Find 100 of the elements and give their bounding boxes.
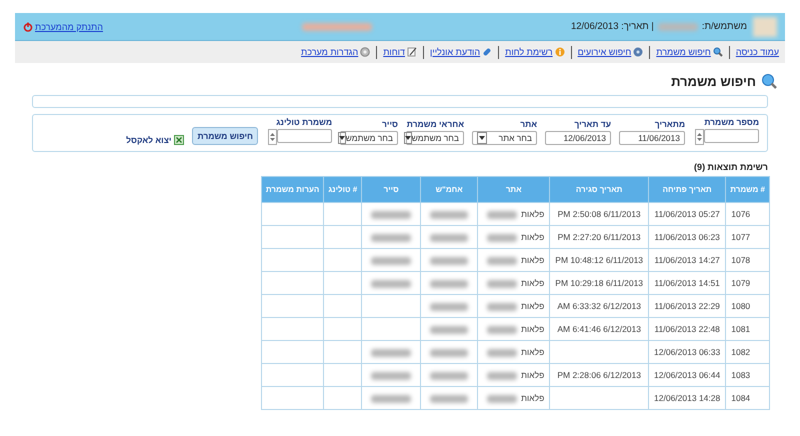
table-cell: פלאות <box>478 248 550 272</box>
dropdown-icon[interactable] <box>338 132 346 144</box>
spreadsheet-icon <box>174 135 184 145</box>
field-label: סייר <box>381 119 398 129</box>
table-cell: פלאות <box>478 202 550 226</box>
table-cell: AM 6:33:32 6/12/2013 <box>550 294 649 318</box>
nav-link[interactable]: רשימת לחות <box>505 47 565 57</box>
redacted-text <box>430 280 468 288</box>
redacted-text <box>430 210 468 219</box>
table-cell: 1077 <box>726 226 770 248</box>
redacted-text <box>487 280 518 288</box>
redacted-text <box>430 372 468 380</box>
table-cell: 1078 <box>726 248 770 272</box>
table-cell: PM 2:28:06 6/12/2013 <box>550 364 649 386</box>
table-cell: 05:27 11/06/2013 <box>648 202 726 226</box>
redacted-text <box>487 326 518 334</box>
search-icon <box>712 47 723 57</box>
date-field[interactable]: 11/06/2013 <box>619 131 685 145</box>
redacted-text <box>487 394 518 403</box>
table-cell: PM 2:27:20 6/11/2013 <box>550 226 649 248</box>
table-cell: פלאות <box>478 340 550 364</box>
table-cell: 14:51 11/06/2013 <box>648 272 726 294</box>
disc-icon <box>633 47 644 57</box>
redacted-text <box>371 256 412 265</box>
table-cell: 06:33 12/06/2013 <box>648 340 726 364</box>
table-cell: 1081 <box>726 318 770 340</box>
redacted-text <box>371 372 412 380</box>
select-field[interactable]: בחר משתמש <box>340 131 398 145</box>
table-cell: פלאות <box>478 386 550 410</box>
table-cell: AM 6:41:46 6/12/2013 <box>550 318 649 340</box>
table-cell: PM 10:48:12 6/11/2013 <box>550 248 649 272</box>
date-label: | תאריך: 12/06/2013 <box>570 21 654 32</box>
spinner-icon[interactable] <box>695 129 704 145</box>
redacted-text <box>487 256 518 265</box>
table-cell: 06:23 11/06/2013 <box>648 226 726 248</box>
redacted-text <box>487 234 518 242</box>
table-cell: PM 2:50:08 6/11/2013 <box>550 202 649 226</box>
table-cell: פלאות <box>478 318 550 340</box>
redacted-text <box>371 210 412 219</box>
redacted-text <box>371 394 412 403</box>
logo-icon <box>753 16 777 36</box>
number-field[interactable] <box>277 129 332 143</box>
user-label: משתמש/ת: <box>702 21 747 32</box>
table-cell: פלאות <box>478 364 550 386</box>
select-field[interactable]: בחר משתמש <box>406 131 464 145</box>
field-label: אחראי משמרת <box>406 119 464 129</box>
table-cell: PM 10:29:18 6/11/2013 <box>550 272 649 294</box>
redacted-text <box>430 302 468 311</box>
search-icon <box>761 73 777 89</box>
table-cell: 1079 <box>726 272 770 294</box>
number-field[interactable] <box>704 129 759 143</box>
table-cell: 1076 <box>726 202 770 226</box>
dropdown-icon[interactable] <box>477 132 487 144</box>
nav-link[interactable]: חיפוש אירועים <box>578 47 644 57</box>
nav-link[interactable]: הודעת אונליין <box>430 47 492 57</box>
table-cell: 14:28 12/06/2013 <box>648 386 726 410</box>
field-label: משמרת טולינג <box>275 117 332 127</box>
nav-link[interactable]: הגדרות מערכת <box>301 47 370 57</box>
redacted-text <box>430 348 468 357</box>
table-cell: פלאות <box>478 226 550 248</box>
table-cell: 1082 <box>726 340 770 364</box>
nav-link[interactable]: עמוד כניסה <box>736 47 779 57</box>
nav-link[interactable]: חיפוש משמרת <box>656 47 723 57</box>
nav-link[interactable]: דוחות <box>383 47 418 57</box>
spinner-icon[interactable] <box>268 129 277 145</box>
gear-icon <box>360 47 370 57</box>
field-label: מתאריך <box>654 119 685 129</box>
info-icon <box>554 47 565 57</box>
table-cell: 14:27 11/06/2013 <box>648 248 726 272</box>
search-button[interactable]: חיפוש משמרת <box>192 127 258 145</box>
redacted-text <box>487 348 518 357</box>
results-label: רשימת תוצאות (9) <box>693 162 768 172</box>
table-cell: 1080 <box>726 294 770 318</box>
redacted-text <box>487 210 518 219</box>
export-link[interactable]: יצוא לאקסל <box>126 135 172 145</box>
redacted-text <box>487 372 518 380</box>
table-cell: פלאות <box>478 272 550 294</box>
redacted-text <box>371 348 412 357</box>
table-cell: פלאות <box>478 294 550 318</box>
redacted-text <box>430 234 468 242</box>
redacted-text <box>430 326 468 334</box>
field-label: אתר <box>519 119 537 129</box>
table-cell: 1084 <box>726 386 770 410</box>
field-label: עד תאריך <box>573 119 611 129</box>
field-label: מספר משמרת <box>703 117 759 127</box>
select-field[interactable]: בחר אתר <box>472 131 537 145</box>
table-cell: 06:44 12/06/2013 <box>648 364 726 386</box>
redacted-text <box>430 394 468 403</box>
dropdown-icon[interactable] <box>404 132 412 144</box>
logout-link[interactable]: התנתק מהמערכת <box>23 22 103 32</box>
table-cell: 22:29 11/06/2013 <box>648 294 726 318</box>
date-field[interactable]: 12/06/2013 <box>545 131 611 145</box>
redacted-text <box>487 302 518 311</box>
table-cell: 1083 <box>726 364 770 386</box>
redacted-text <box>371 234 412 242</box>
note-icon <box>407 47 418 57</box>
redacted-text <box>430 256 468 265</box>
redacted-text <box>371 280 412 288</box>
table-cell: 22:48 11/06/2013 <box>648 318 726 340</box>
page-title: חיפוש משמרת <box>671 74 756 88</box>
